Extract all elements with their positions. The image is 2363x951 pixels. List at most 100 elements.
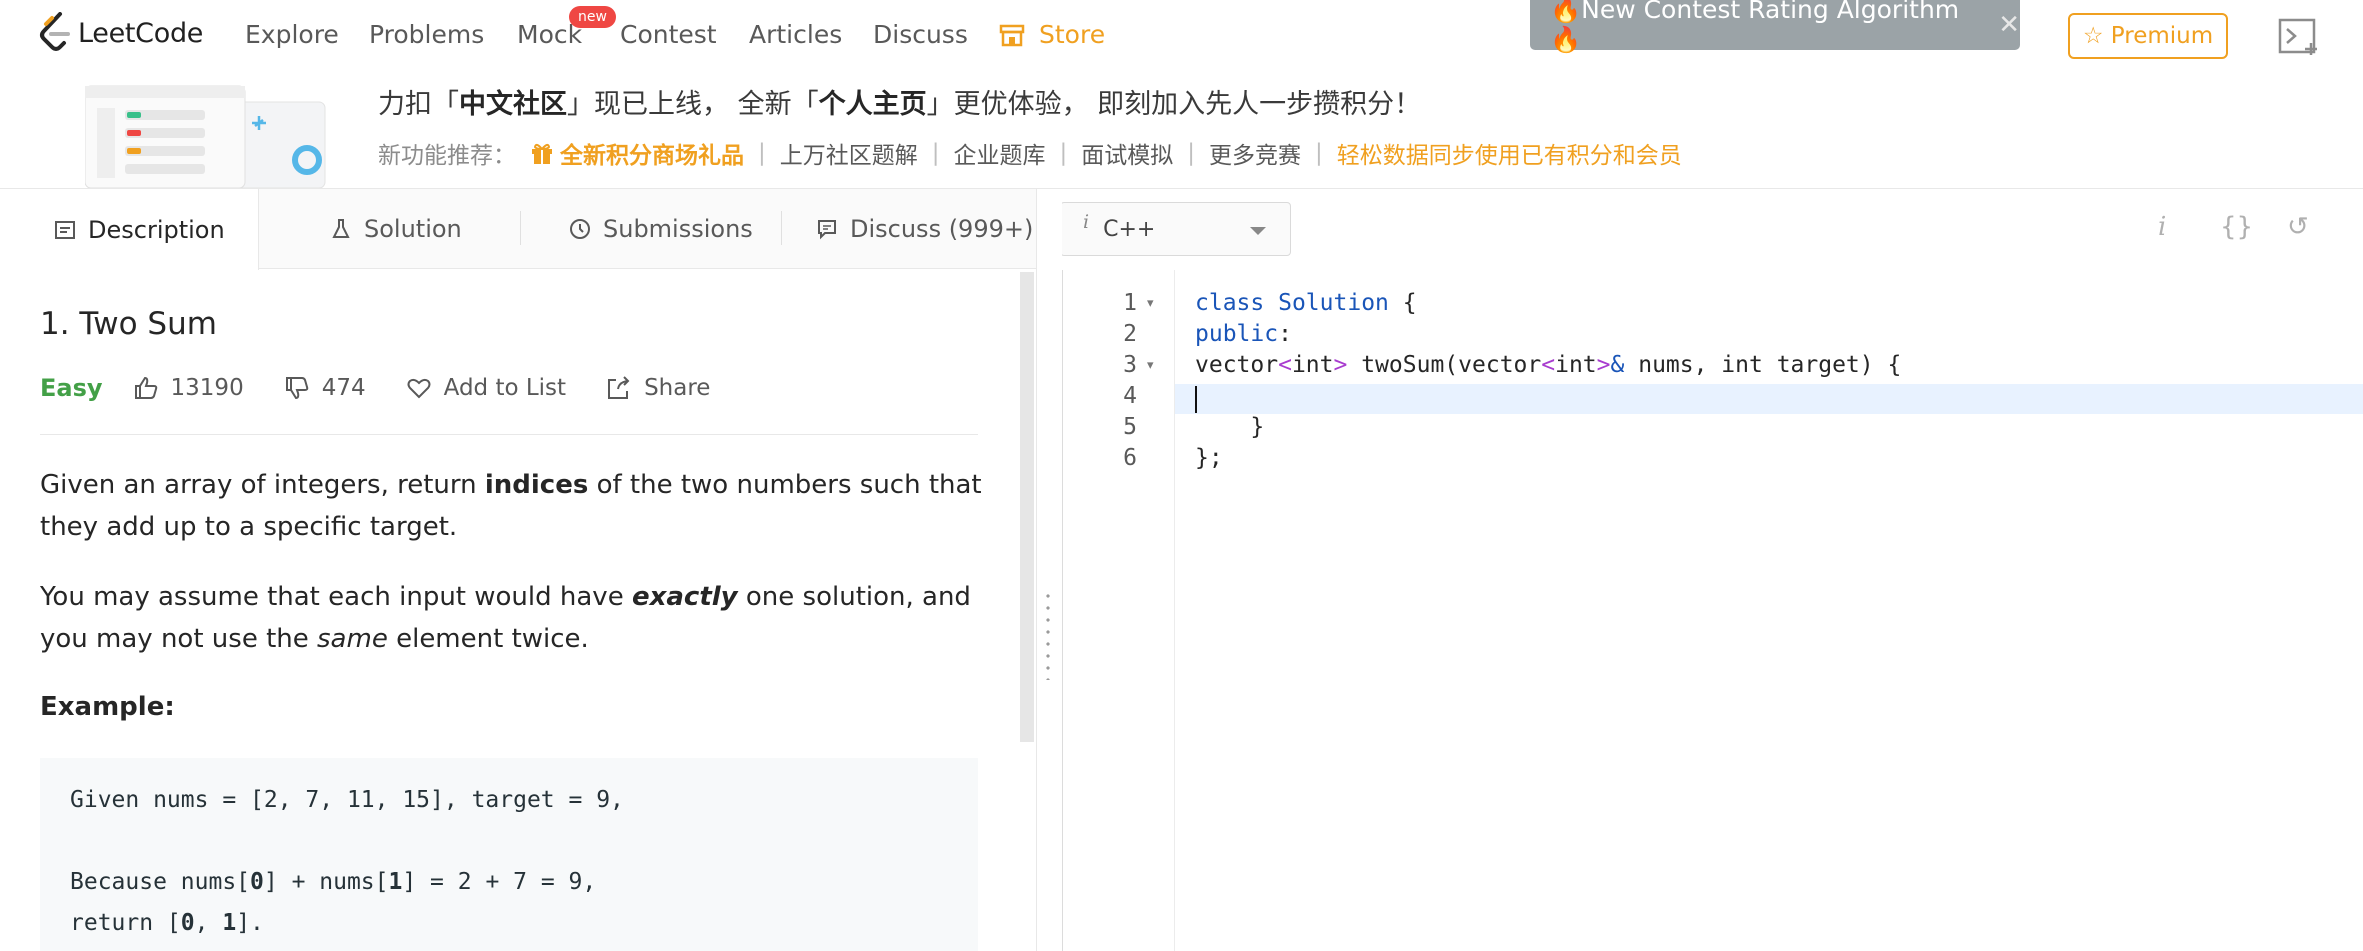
feature-sync-link[interactable]: 轻松数据同步使用已有积分和会员 (1337, 136, 1682, 170)
problem-title: 1. Two Sum (40, 306, 217, 342)
code-run: ] + nums[ (263, 869, 389, 895)
code-line: public: (1195, 321, 1292, 347)
text-italic: same (317, 624, 388, 654)
line-number: 6 (1123, 445, 1137, 471)
code-token: int (1555, 352, 1597, 378)
code-token: } (1250, 414, 1265, 440)
premium-button[interactable]: ☆ Premium (2068, 13, 2228, 59)
feature-link[interactable]: 上万社区题解 (780, 136, 918, 170)
feature-link[interactable]: 更多竞赛 (1209, 136, 1301, 170)
panel-resize-handle[interactable] (1036, 189, 1062, 951)
store-label: Store (1039, 20, 1106, 49)
share-button[interactable]: Share (606, 375, 710, 401)
logo-text: LeetCode (78, 17, 204, 49)
tab-submissions[interactable]: Submissions (569, 189, 753, 269)
nav-articles[interactable]: Articles (749, 20, 842, 49)
description-paragraph: You may assume that each input would hav… (40, 576, 990, 660)
promo-title-part: 力扣「 (378, 89, 459, 120)
reset-code-icon[interactable]: ↺ (2287, 212, 2309, 242)
feature-separator: | (1059, 140, 1068, 166)
code-token: nums, int target) { (1638, 352, 1902, 378)
gift-icon (532, 143, 552, 164)
line-number: 2 (1123, 321, 1137, 347)
text-cursor (1195, 386, 1197, 413)
tab-description[interactable]: Description (0, 189, 259, 270)
code-keyword: class (1195, 290, 1265, 316)
logo[interactable]: LeetCode (38, 12, 203, 54)
promo-features: 新功能推荐： 全新积分商场礼品 | 上万社区题解 | 企业题库 | 面试模拟 |… (378, 136, 1682, 170)
code-operator: < (1541, 352, 1556, 378)
code-bold: 1 (222, 910, 237, 936)
nav-store[interactable]: Store (999, 20, 1105, 49)
code-line: } (1195, 414, 1264, 440)
flask-icon (332, 219, 350, 238)
code-run: Because nums[ (70, 869, 251, 895)
add-to-list-button[interactable]: Add to List (406, 375, 566, 401)
top-nav: LeetCode Explore Problems Mock new Conte… (0, 0, 2363, 72)
tab-divider (781, 211, 782, 245)
nav-explore[interactable]: Explore (245, 20, 339, 49)
problem-description-panel: 1. Two Sum Easy 13190 474 Add to List Sh… (0, 270, 1036, 951)
nav-discuss[interactable]: Discuss (873, 20, 968, 49)
feature-link[interactable]: 面试模拟 (1081, 136, 1173, 170)
editor-info-icon[interactable]: i (2158, 212, 2166, 242)
code-token: { (1402, 290, 1417, 316)
dislike-count: 474 (321, 375, 366, 401)
nav-problems[interactable]: Problems (369, 20, 484, 49)
code-bold: 0 (180, 910, 195, 936)
text-run: Given an array of integers, return (40, 470, 485, 500)
description-icon (55, 220, 75, 239)
drag-handle-icon[interactable] (1046, 590, 1050, 680)
close-icon[interactable]: ✕ (1998, 10, 2020, 40)
share-label: Share (644, 375, 711, 401)
heart-icon (407, 378, 431, 399)
fold-icon[interactable]: ▾ (1147, 296, 1154, 311)
feature-highlight-link[interactable]: 全新积分商场礼品 (560, 136, 744, 170)
console-icon[interactable] (2278, 18, 2322, 56)
fold-icon[interactable]: ▾ (1147, 358, 1154, 373)
code-run: , (194, 910, 223, 936)
store-icon (999, 24, 1025, 46)
comment-icon (818, 220, 836, 240)
description-paragraph: Given an array of integers, return indic… (40, 464, 990, 548)
code-line: vector<int> twoSum(vector<int>& nums, in… (1195, 352, 1901, 378)
language-select[interactable]: i C++ (1060, 202, 1291, 256)
line-number: 5 (1123, 414, 1137, 440)
example-line: Given nums = [2, 7, 11, 15], target = 9, (70, 787, 624, 813)
chevron-down-icon (1250, 227, 1266, 235)
code-operator: < (1278, 352, 1292, 378)
text-bold-italic: exactly (631, 582, 738, 612)
dislike-button[interactable]: 474 (284, 375, 366, 401)
tab-discuss[interactable]: Discuss (999+) (816, 189, 1033, 269)
format-code-icon[interactable]: {} (2220, 212, 2253, 242)
like-count: 13190 (170, 375, 244, 401)
tab-label: Description (88, 215, 225, 244)
tab-solution[interactable]: Solution (330, 189, 462, 269)
code-editor[interactable]: 1 ▾ 2 3 ▾ 4 5 6 class Solution { public:… (1062, 270, 2363, 951)
promo-title-bold: 个人主页 (818, 89, 927, 120)
example-heading: Example: (40, 692, 175, 722)
code-bold: 0 (250, 869, 264, 895)
thumbs-down-icon (285, 377, 308, 400)
text-bold: indices (484, 470, 589, 500)
example-line: return [0, 1]. (70, 903, 948, 944)
description-scrollbar[interactable] (1020, 272, 1034, 742)
promo-title-part: 」更优体验， 即刻加入先人一步攒积分！ (926, 89, 1422, 120)
feature-link[interactable]: 企业题库 (954, 136, 1046, 170)
mock-new-badge: new (569, 6, 616, 28)
code-operator: & (1610, 352, 1625, 378)
like-button[interactable]: 13190 (133, 375, 244, 401)
contest-rating-banner[interactable]: 🔥New Contest Rating Algorithm 🔥 ✕ (1530, 0, 2020, 54)
code-token: int (1291, 352, 1334, 378)
problem-meta: Easy 13190 474 Add to List Share (40, 370, 750, 406)
nav-contest[interactable]: Contest (620, 20, 717, 49)
code-line: class Solution { (1195, 290, 1417, 316)
code-bold: 1 (388, 869, 403, 895)
text-run: You may assume that each input would hav… (40, 582, 632, 612)
feature-separator: | (1315, 140, 1323, 166)
code-token: }; (1195, 445, 1223, 471)
code-class-name: Solution (1278, 290, 1389, 316)
code-run: ] = 2 + 7 = 9, (402, 869, 597, 895)
clock-icon (570, 219, 590, 239)
promo-title-part: 」现已上线， 全新「 (567, 89, 819, 120)
